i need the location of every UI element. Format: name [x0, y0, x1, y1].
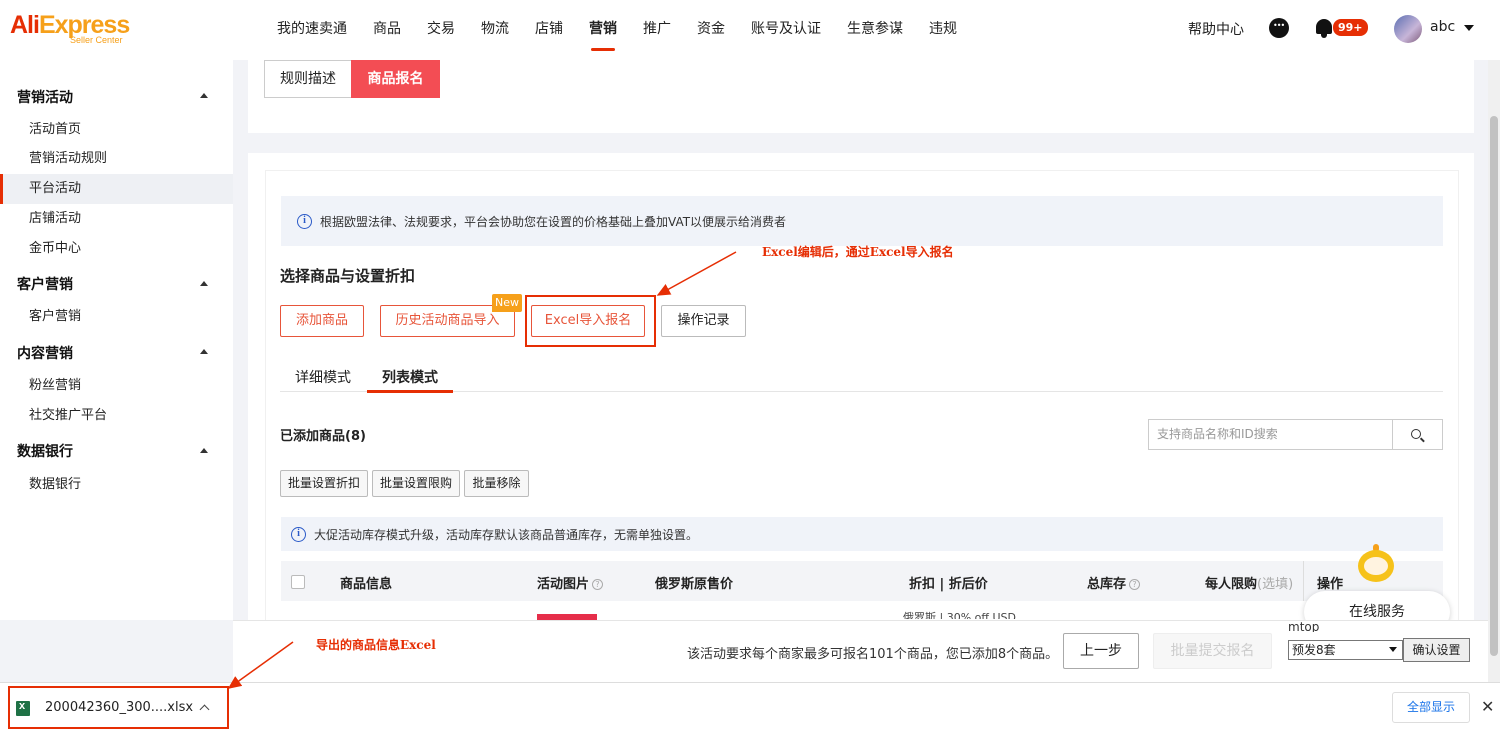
add-product-button[interactable]: 添加商品	[280, 305, 364, 337]
stock-notice-text: 大促活动库存模式升级，活动库存默认该商品普通库存，无需单独设置。	[314, 527, 699, 542]
sidebar-item-customer-marketing[interactable]: 客户营销	[0, 302, 233, 332]
chevron-up-icon[interactable]	[200, 349, 208, 354]
product-search: 支持商品名称和ID搜索	[1148, 419, 1443, 450]
help-center-link[interactable]: 帮助中心	[1188, 19, 1244, 39]
tab-rules[interactable]: 规则描述	[264, 60, 352, 98]
sidebar-item-databank[interactable]: 数据银行	[0, 470, 233, 500]
nav-item-store[interactable]: 店铺	[535, 0, 563, 60]
limit-text: 该活动要求每个商家最多可报名101个商品，您已添加8个商品。	[687, 647, 1059, 662]
tab-signup[interactable]: 商品报名	[351, 60, 440, 98]
col-activity-image: 活动图片?	[537, 573, 604, 592]
main-nav: 我的速卖通 商品 交易 物流 店铺 营销 推广 资金 账号及认证 生意参谋 违规	[277, 0, 983, 60]
batch-limit-button[interactable]: 批量设置限购	[372, 470, 460, 497]
sidebar-group-databank[interactable]: 数据银行	[17, 441, 73, 461]
user-name[interactable]: abc	[1430, 19, 1455, 35]
nav-item-my[interactable]: 我的速卖通	[277, 0, 347, 60]
sidebar-item-fan-marketing[interactable]: 粉丝营销	[0, 371, 233, 401]
sidebar-group-marketing[interactable]: 营销活动	[17, 87, 73, 107]
active-tab-underline	[367, 390, 453, 393]
sidebar-item-activity-home[interactable]: 活动首页	[0, 115, 233, 145]
aliexpress-logo[interactable]: AliExpress Seller Center	[10, 12, 140, 45]
annotation-export: 导出的商品信息Excel	[316, 638, 436, 652]
highlight-box	[525, 295, 656, 347]
new-badge: New	[492, 294, 522, 312]
top-header: AliExpress Seller Center 我的速卖通 商品 交易 物流 …	[0, 0, 1500, 60]
batch-remove-button[interactable]: 批量移除	[464, 470, 529, 497]
select-all-checkbox[interactable]	[291, 575, 305, 589]
show-all-button[interactable]: 全部显示	[1392, 692, 1470, 723]
sidebar-item-coin-center[interactable]: 金币中心	[0, 234, 233, 264]
info-icon: i	[291, 526, 306, 542]
col-discount: 折扣 | 折后价	[909, 577, 988, 592]
sidebar-item-store-activity[interactable]: 店铺活动	[0, 204, 233, 234]
col-activity-image-label: 活动图片	[537, 577, 590, 592]
nav-item-logistics[interactable]: 物流	[481, 0, 509, 60]
close-icon[interactable]: ✕	[1481, 697, 1494, 716]
chevron-up-icon[interactable]	[200, 93, 208, 98]
sidebar-group-content[interactable]: 内容营销	[17, 343, 73, 363]
nav-item-trade[interactable]: 交易	[427, 0, 455, 60]
service-mascot-icon[interactable]	[1355, 544, 1397, 590]
col-total-stock: 总库存?	[1087, 573, 1141, 592]
nav-item-marketing[interactable]: 营销	[589, 0, 617, 60]
chevron-up-icon[interactable]	[200, 281, 208, 286]
previous-step-button[interactable]: 上一步	[1063, 633, 1139, 669]
batch-submit-button[interactable]: 批量提交报名	[1153, 633, 1272, 669]
nav-item-account[interactable]: 账号及认证	[751, 0, 821, 60]
tab-list-mode[interactable]: 列表模式	[382, 367, 438, 387]
excel-file-icon	[16, 700, 30, 716]
sidebar-item-activity-rules[interactable]: 营销活动规则	[0, 144, 233, 174]
col-ru-price: 俄罗斯原售价	[655, 577, 734, 592]
nav-item-analytics[interactable]: 生意参谋	[847, 0, 903, 60]
search-button[interactable]	[1392, 420, 1442, 449]
col-total-stock-label: 总库存	[1087, 577, 1127, 592]
scrollbar-thumb[interactable]	[1490, 116, 1498, 656]
confirm-settings-button[interactable]: 确认设置	[1403, 638, 1470, 662]
column-divider	[1303, 561, 1304, 601]
tab-detail-mode[interactable]: 详细模式	[295, 367, 351, 387]
nav-item-violations[interactable]: 违规	[929, 0, 957, 60]
col-per-limit: 每人限购(选填)	[1205, 573, 1293, 592]
help-icon[interactable]: ?	[592, 579, 604, 590]
avatar[interactable]	[1394, 15, 1422, 43]
env-select[interactable]: 预发8套	[1288, 640, 1403, 660]
divider	[280, 391, 1443, 392]
download-filename[interactable]: 200042360_300....xlsx	[45, 700, 193, 715]
annotation-excel-import: Excel编辑后，通过Excel导入报名	[762, 245, 954, 259]
sidebar-group-customer[interactable]: 客户营销	[17, 274, 73, 294]
chat-icon[interactable]	[1269, 18, 1289, 38]
added-products-count: 已添加商品(8)	[280, 429, 366, 444]
nav-item-products[interactable]: 商品	[373, 0, 401, 60]
logo-subtitle: Seller Center	[70, 35, 123, 45]
bell-icon[interactable]	[1315, 18, 1333, 38]
col-product-info: 商品信息	[340, 577, 393, 592]
nav-item-funds[interactable]: 资金	[697, 0, 725, 60]
sidebar-item-platform-activity[interactable]: 平台活动	[0, 174, 233, 204]
sidebar-item-social-promo[interactable]: 社交推广平台	[0, 401, 233, 431]
search-icon	[1411, 429, 1421, 439]
search-input[interactable]: 支持商品名称和ID搜索	[1149, 420, 1392, 449]
operation-log-button[interactable]: 操作记录	[661, 305, 746, 337]
chevron-down-icon[interactable]	[1464, 25, 1474, 31]
scrollbar[interactable]	[1488, 44, 1500, 682]
nav-item-promotion[interactable]: 推广	[643, 0, 671, 60]
env-label: mtop	[1288, 620, 1320, 632]
vat-notice: i 根据欧盟法律、法规要求，平台会协助您在设置的价格基础上叠加VAT以便展示给消…	[281, 196, 1443, 246]
table-row: 俄罗斯 | 30% off USD	[903, 611, 1016, 619]
vat-notice-text: 根据欧盟法律、法规要求，平台会协助您在设置的价格基础上叠加VAT以便展示给消费者	[320, 214, 787, 229]
section-title: 选择商品与设置折扣	[280, 267, 416, 285]
col-per-limit-label: 每人限购	[1205, 577, 1258, 592]
col-per-limit-optional: (选填)	[1257, 577, 1294, 592]
batch-discount-button[interactable]: 批量设置折扣	[280, 470, 368, 497]
chevron-up-icon[interactable]	[200, 448, 208, 453]
info-icon: i	[297, 213, 312, 229]
notification-badge: 99+	[1333, 19, 1368, 36]
help-icon[interactable]: ?	[1129, 579, 1141, 590]
col-action: 操作	[1317, 577, 1344, 592]
stock-notice: i 大促活动库存模式升级，活动库存默认该商品普通库存，无需单独设置。	[281, 517, 1443, 551]
